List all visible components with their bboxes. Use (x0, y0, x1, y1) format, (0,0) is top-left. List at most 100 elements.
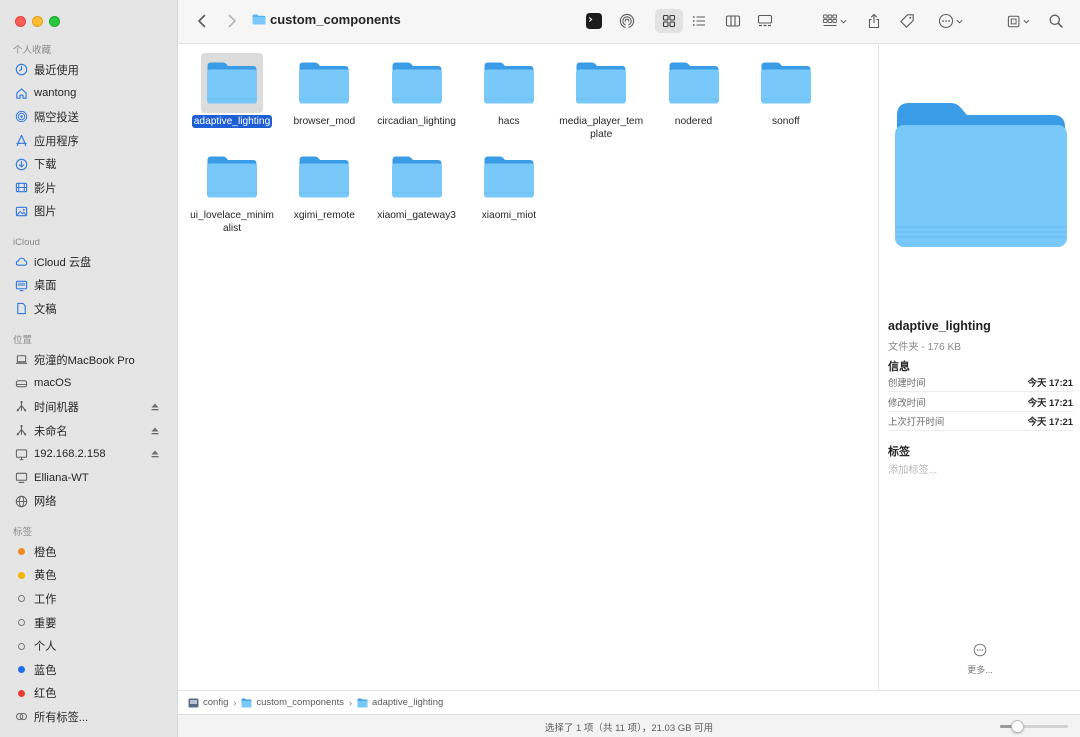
sidebar-location-item-5[interactable]: Elliana-WT (0, 466, 178, 490)
sidebar-location-item-0[interactable]: 宛潼的MacBook Pro (0, 348, 178, 372)
folder-name-container: media_player_template (555, 115, 647, 141)
back-icon (198, 14, 206, 28)
window-controls (15, 16, 60, 27)
terminal-button[interactable] (584, 10, 604, 32)
sidebar-tag-item-1[interactable]: 黄色 (0, 564, 178, 588)
more-button[interactable]: 更多... (957, 643, 1003, 676)
device-button[interactable] (1006, 10, 1030, 32)
more-label: 更多... (967, 665, 993, 675)
sidebar-item-label: Elliana-WT (34, 471, 89, 484)
eject-button[interactable] (150, 449, 160, 459)
sidebar-favorite-item-4[interactable]: 下载 (0, 152, 178, 176)
list-view-icon (692, 16, 705, 26)
preview-file-name: adaptive_lighting (888, 319, 991, 333)
sidebar-tag-item-5[interactable]: 蓝色 (0, 658, 178, 682)
sidebar-item-label: 红色 (34, 688, 57, 701)
sidebar-item-label: 图片 (34, 206, 57, 219)
add-tag-field[interactable]: 添加标签... (888, 461, 937, 476)
folder-item[interactable]: ui_lovelace_minimalist (186, 147, 278, 235)
preview-info-value: 今天 17:21 (1027, 377, 1073, 388)
share-button[interactable] (866, 10, 882, 32)
icon-size-slider[interactable] (1000, 720, 1068, 733)
sidebar-tag-item-2[interactable]: 工作 (0, 587, 178, 611)
sidebar-tag-item-0[interactable]: 橙色 (0, 540, 178, 564)
sidebar-tag-item-7[interactable]: 所有标签... (0, 705, 178, 729)
sidebar-item-label: 个人 (34, 641, 57, 654)
sidebar-location-item-4[interactable]: 192.168.2.158 (0, 442, 178, 466)
zoom-window-button[interactable] (49, 16, 60, 27)
group-button[interactable] (818, 10, 850, 32)
list-view-button[interactable] (690, 10, 708, 32)
finder-window: 个人收藏 最近使用 wantong 隔空投送 应用程序 下载 影片 图片 iCloud iC… (0, 0, 1080, 737)
sidebar-item-label: 应用程序 (34, 135, 79, 148)
sidebar-location-item-6[interactable]: 网络 (0, 490, 178, 514)
folder-thumbnail (386, 53, 448, 113)
sidebar-favorite-item-5[interactable]: 影片 (0, 176, 178, 200)
sidebar-item-label: 重要 (34, 617, 57, 630)
folder-item[interactable]: xgimi_remote (278, 147, 370, 222)
eject-button[interactable] (150, 402, 160, 412)
minimize-window-button[interactable] (32, 16, 43, 27)
folder-item[interactable]: media_player_template (555, 53, 647, 141)
more-actions-button[interactable] (934, 10, 966, 32)
sidebar-item-label: 隔空投送 (34, 111, 79, 124)
path-crumb[interactable]: custom_components (241, 697, 344, 708)
sidebar-section-title: 个人收藏 (13, 45, 52, 56)
sidebar-favorite-item-1[interactable]: wantong (0, 82, 178, 106)
sidebar-tag-item-6[interactable]: 红色 (0, 682, 178, 706)
folder-name: xiaomi_miot (481, 210, 537, 221)
sidebar-icloud-item-2[interactable]: 文稿 (0, 297, 178, 321)
folder-item[interactable]: adaptive_lighting (186, 53, 278, 128)
preview-file-kind: 文件夹 - 176 KB (888, 342, 962, 353)
search-icon (1049, 14, 1063, 28)
tag-button[interactable] (898, 10, 916, 32)
tag-color-dot (14, 663, 28, 677)
close-window-button[interactable] (15, 16, 26, 27)
sidebar-item-label: 桌面 (34, 280, 57, 293)
search-button[interactable] (1048, 10, 1064, 32)
path-separator-icon: › (349, 697, 353, 708)
group-icon (822, 14, 837, 26)
tag-color-dot (14, 568, 28, 582)
folder-item[interactable]: nodered (648, 53, 740, 128)
sidebar-location-item-2[interactable]: 时间机器 (0, 395, 178, 419)
icon-view-button[interactable] (660, 10, 678, 32)
sidebar-item-label: 宛潼的MacBook Pro (34, 354, 135, 367)
sidebar-favorite-item-2[interactable]: 隔空投送 (0, 105, 178, 129)
folder-name-container: xiaomi_miot (463, 209, 555, 222)
folder-item[interactable]: browser_mod (278, 53, 370, 128)
folder-item[interactable]: circadian_lighting (371, 53, 463, 128)
folder-item[interactable]: hacs (463, 53, 555, 128)
column-view-icon (725, 15, 741, 27)
sidebar-location-item-3[interactable]: 未命名 (0, 419, 178, 443)
sidebar-favorite-item-6[interactable]: 图片 (0, 200, 178, 224)
sidebar-locations-section: 位置 宛潼的MacBook Pro macOS 时间机器 未命名 192.168.2.1… (0, 334, 178, 513)
sidebar: 个人收藏 最近使用 wantong 隔空投送 应用程序 下载 影片 图片 iCloud iC… (0, 0, 178, 737)
sidebar-favorite-item-0[interactable]: 最近使用 (0, 58, 178, 82)
sidebar-tag-item-3[interactable]: 重要 (0, 611, 178, 635)
all-tags-icon (14, 710, 28, 724)
folder-thumbnail (293, 53, 355, 113)
sidebar-icloud-item-1[interactable]: 桌面 (0, 274, 178, 298)
path-bar: config › custom_components › adaptive_lighti… (178, 690, 1080, 714)
column-view-button[interactable] (724, 10, 742, 32)
forward-button[interactable] (224, 10, 240, 32)
eject-button[interactable] (150, 426, 160, 436)
tag-color-dot (14, 616, 28, 630)
gallery-view-button[interactable] (756, 10, 774, 32)
sidebar-tag-item-4[interactable]: 个人 (0, 634, 178, 658)
back-button[interactable] (194, 10, 210, 32)
folder-item[interactable]: xiaomi_gateway3 (371, 147, 463, 222)
sidebar-icloud-item-0[interactable]: iCloud 云盘 (0, 250, 178, 274)
folder-name: media_player_template (559, 116, 644, 140)
path-crumb[interactable]: adaptive_lighting (357, 697, 443, 708)
apps-icon (14, 134, 28, 148)
folder-item[interactable]: sonoff (740, 53, 832, 128)
sidebar-favorite-item-3[interactable]: 应用程序 (0, 129, 178, 153)
tag-color-dot (14, 686, 28, 700)
path-crumb[interactable]: config (188, 697, 228, 708)
sidebar-location-item-1[interactable]: macOS (0, 372, 178, 396)
folder-item[interactable]: xiaomi_miot (463, 147, 555, 222)
airdrop-button[interactable] (618, 10, 636, 32)
window-title: custom_components (252, 12, 401, 27)
